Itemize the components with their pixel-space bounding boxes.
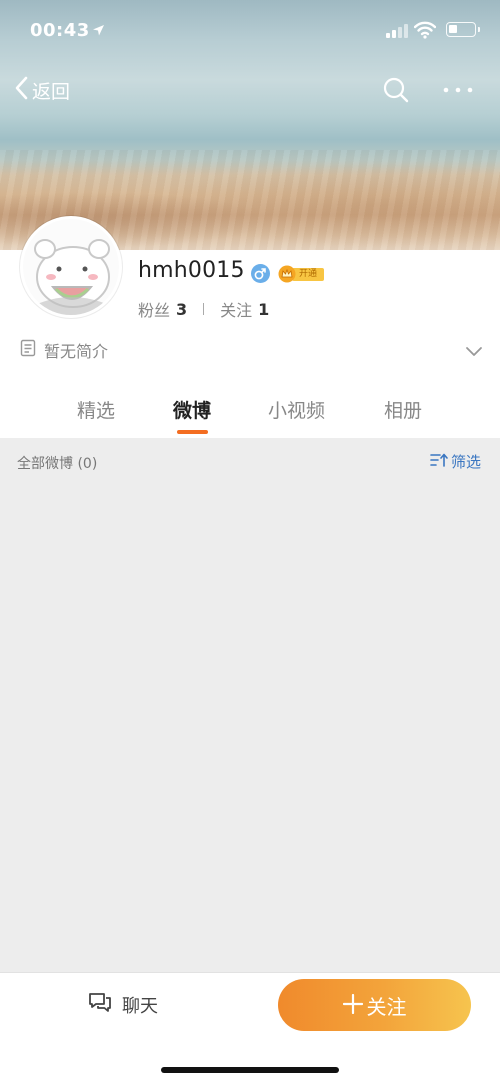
following-label[interactable]: 关注: [220, 297, 252, 321]
weibo-count-label: 全部微博 (0): [17, 456, 98, 472]
more-icon[interactable]: [442, 80, 474, 104]
male-icon: [251, 264, 270, 283]
bio-row[interactable]: 暂无简介: [20, 338, 108, 362]
stats-divider: [203, 303, 205, 315]
document-icon: [20, 339, 36, 361]
chat-icon: [88, 991, 112, 1018]
follow-label: 关注: [366, 994, 407, 1019]
username: hmh0015: [138, 258, 245, 283]
back-button[interactable]: 返回: [14, 76, 70, 104]
bottom-action-bar: 聊天 关注: [0, 972, 500, 1081]
top-nav: 返回: [0, 70, 500, 110]
chat-label: 聊天: [122, 995, 158, 1017]
feed-area: [0, 486, 500, 972]
wifi-icon: [413, 21, 437, 43]
back-chevron-icon: [14, 76, 28, 104]
crown-icon: [278, 265, 296, 287]
plus-icon: [342, 991, 363, 1019]
signal-icon: [386, 24, 408, 38]
bio-text: 暂无简介: [44, 342, 109, 361]
tab-short-videos[interactable]: 小视频: [268, 396, 325, 423]
profile-stats: 粉丝 3 关注 1: [138, 297, 269, 321]
filter-button[interactable]: 筛选: [430, 451, 481, 472]
following-count[interactable]: 1: [258, 300, 269, 319]
active-tab-indicator: [177, 430, 208, 434]
location-arrow-icon: [92, 22, 105, 41]
status-bar: 00:43: [0, 0, 500, 60]
profile-screen: 00:43 返回 hmh0015 开通 粉丝 3 关注 1 暂无简介 精选 微博…: [0, 0, 500, 1081]
follow-button[interactable]: 关注: [278, 979, 471, 1031]
filter-bar: 全部微博 (0) 筛选: [0, 438, 500, 486]
tab-weibo[interactable]: 微博: [173, 396, 211, 423]
tab-albums[interactable]: 相册: [384, 396, 422, 423]
home-indicator: [161, 1067, 339, 1073]
fans-label[interactable]: 粉丝: [138, 297, 170, 321]
profile-tabs: 精选 微博 小视频 相册: [0, 392, 500, 438]
chevron-down-icon[interactable]: [465, 343, 483, 362]
avatar[interactable]: [20, 216, 122, 318]
search-icon[interactable]: [382, 76, 410, 108]
filter-label: 筛选: [451, 453, 482, 471]
fans-count[interactable]: 3: [176, 300, 187, 319]
vip-badge[interactable]: 开通: [278, 265, 324, 283]
back-label: 返回: [32, 80, 71, 103]
vip-label: 开通: [292, 268, 324, 281]
tab-featured[interactable]: 精选: [77, 396, 115, 423]
chat-button[interactable]: 聊天: [88, 991, 158, 1018]
status-time: 00:43: [30, 20, 90, 41]
filter-sort-icon: [430, 452, 448, 472]
battery-icon: [446, 22, 480, 37]
